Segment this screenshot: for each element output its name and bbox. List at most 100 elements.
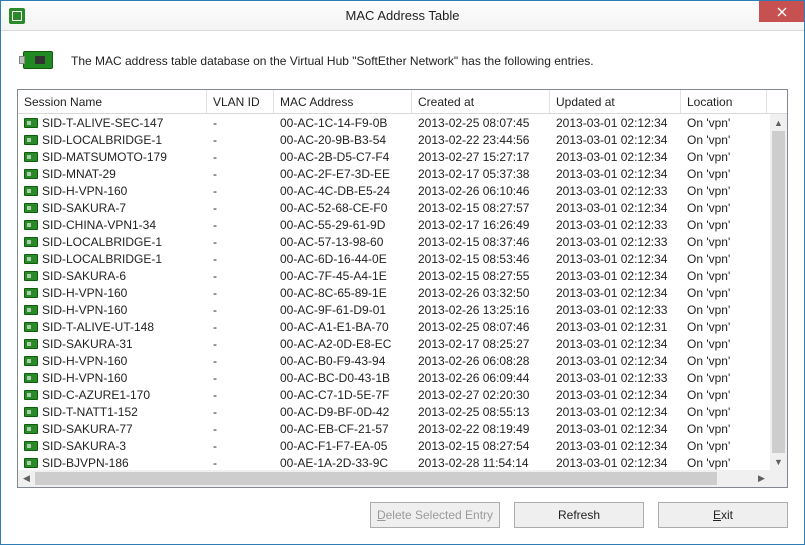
hscroll-thumb[interactable]	[35, 472, 717, 485]
hscroll-track[interactable]	[35, 470, 753, 487]
vscroll-thumb[interactable]	[772, 131, 785, 453]
cell-mac-address: 00-AC-EB-CF-21-57	[274, 422, 412, 436]
cell-mac-address: 00-AC-D9-BF-0D-42	[274, 405, 412, 419]
mac-table[interactable]: Session Name VLAN ID MAC Address Created…	[17, 89, 788, 488]
table-row[interactable]: SID-MNAT-29-00-AC-2F-E7-3D-EE2013-02-17 …	[18, 165, 770, 182]
nic-row-icon	[24, 322, 38, 332]
cell-updated-at: 2013-03-01 02:12:34	[550, 337, 681, 351]
table-row[interactable]: SID-SAKURA-7-00-AC-52-68-CE-F02013-02-15…	[18, 199, 770, 216]
dialog-body: The MAC address table database on the Vi…	[1, 31, 804, 544]
cell-location: On 'vpn'	[681, 286, 767, 300]
cell-updated-at: 2013-03-01 02:12:34	[550, 167, 681, 181]
refresh-label: Refresh	[558, 508, 600, 522]
cell-mac-address: 00-AC-57-13-98-60	[274, 235, 412, 249]
table-row[interactable]: SID-SAKURA-6-00-AC-7F-45-A4-1E2013-02-15…	[18, 267, 770, 284]
scroll-left-arrow-icon[interactable]: ◀	[18, 470, 35, 487]
table-row[interactable]: SID-H-VPN-160-00-AC-9F-61-D9-012013-02-2…	[18, 301, 770, 318]
cell-location: On 'vpn'	[681, 235, 767, 249]
col-created-at[interactable]: Created at	[412, 90, 550, 113]
cell-mac-address: 00-AC-2F-E7-3D-EE	[274, 167, 412, 181]
cell-mac-address: 00-AC-8C-65-89-1E	[274, 286, 412, 300]
button-row: Delete Selected Entry Refresh Exit	[17, 488, 788, 528]
table-row[interactable]: SID-SAKURA-3-00-AC-F1-F7-EA-052013-02-15…	[18, 437, 770, 454]
scroll-up-arrow-icon[interactable]: ▲	[770, 114, 787, 131]
cell-mac-address: 00-AC-2B-D5-C7-F4	[274, 150, 412, 164]
cell-created-at: 2013-02-22 08:19:49	[412, 422, 550, 436]
nic-row-icon	[24, 254, 38, 264]
table-row[interactable]: SID-T-ALIVE-UT-148-00-AC-A1-E1-BA-702013…	[18, 318, 770, 335]
table-row[interactable]: SID-MATSUMOTO-179-00-AC-2B-D5-C7-F42013-…	[18, 148, 770, 165]
refresh-button[interactable]: Refresh	[514, 502, 644, 528]
cell-location: On 'vpn'	[681, 167, 767, 181]
cell-mac-address: 00-AC-55-29-61-9D	[274, 218, 412, 232]
col-location[interactable]: Location	[681, 90, 767, 113]
table-row[interactable]: SID-LOCALBRIDGE-1-00-AC-57-13-98-602013-…	[18, 233, 770, 250]
table-row[interactable]: SID-T-NATT1-152-00-AC-D9-BF-0D-422013-02…	[18, 403, 770, 420]
scroll-down-arrow-icon[interactable]: ▼	[770, 453, 787, 470]
cell-location: On 'vpn'	[681, 116, 767, 130]
cell-vlan-id: -	[207, 150, 274, 164]
col-vlan-id[interactable]: VLAN ID	[207, 90, 274, 113]
cell-session-name: SID-T-ALIVE-UT-148	[18, 320, 207, 334]
cell-updated-at: 2013-03-01 02:12:33	[550, 184, 681, 198]
table-row[interactable]: SID-T-ALIVE-SEC-147-00-AC-1C-14-F9-0B201…	[18, 114, 770, 131]
cell-session-name: SID-LOCALBRIDGE-1	[18, 133, 207, 147]
table-row[interactable]: SID-H-VPN-160-00-AC-8C-65-89-1E2013-02-2…	[18, 284, 770, 301]
cell-vlan-id: -	[207, 133, 274, 147]
delete-selected-button[interactable]: Delete Selected Entry	[370, 502, 500, 528]
cell-created-at: 2013-02-15 08:27:55	[412, 269, 550, 283]
titlebar[interactable]: MAC Address Table	[1, 1, 804, 31]
nic-row-icon	[24, 203, 38, 213]
cell-location: On 'vpn'	[681, 422, 767, 436]
cell-vlan-id: -	[207, 337, 274, 351]
cell-location: On 'vpn'	[681, 150, 767, 164]
table-row[interactable]: SID-LOCALBRIDGE-1-00-AC-20-9B-B3-542013-…	[18, 131, 770, 148]
scroll-right-arrow-icon[interactable]: ▶	[753, 470, 770, 487]
cell-updated-at: 2013-03-01 02:12:34	[550, 150, 681, 164]
cell-updated-at: 2013-03-01 02:12:34	[550, 405, 681, 419]
cell-location: On 'vpn'	[681, 388, 767, 402]
table-row[interactable]: SID-H-VPN-160-00-AC-B0-F9-43-942013-02-2…	[18, 352, 770, 369]
rows-container: SID-T-ALIVE-SEC-147-00-AC-1C-14-F9-0B201…	[18, 114, 770, 470]
cell-session-name: SID-C-AZURE1-170	[18, 388, 207, 402]
nic-row-icon	[24, 186, 38, 196]
horizontal-scrollbar[interactable]: ◀ ▶	[18, 470, 770, 487]
table-row[interactable]: SID-SAKURA-77-00-AC-EB-CF-21-572013-02-2…	[18, 420, 770, 437]
cell-location: On 'vpn'	[681, 320, 767, 334]
cell-created-at: 2013-02-15 08:53:46	[412, 252, 550, 266]
nic-row-icon	[24, 152, 38, 162]
cell-vlan-id: -	[207, 439, 274, 453]
vscroll-track[interactable]	[770, 131, 787, 453]
cell-vlan-id: -	[207, 320, 274, 334]
nic-row-icon	[24, 220, 38, 230]
cell-updated-at: 2013-03-01 02:12:33	[550, 235, 681, 249]
cell-vlan-id: -	[207, 371, 274, 385]
col-updated-at[interactable]: Updated at	[550, 90, 681, 113]
nic-row-icon	[24, 356, 38, 366]
exit-button[interactable]: Exit	[658, 502, 788, 528]
cell-vlan-id: -	[207, 388, 274, 402]
cell-location: On 'vpn'	[681, 269, 767, 283]
cell-updated-at: 2013-03-01 02:12:34	[550, 456, 681, 470]
nic-row-icon	[24, 407, 38, 417]
cell-location: On 'vpn'	[681, 133, 767, 147]
table-row[interactable]: SID-C-AZURE1-170-00-AC-C7-1D-5E-7F2013-0…	[18, 386, 770, 403]
table-row[interactable]: SID-H-VPN-160-00-AC-BC-D0-43-1B2013-02-2…	[18, 369, 770, 386]
cell-updated-at: 2013-03-01 02:12:33	[550, 371, 681, 385]
close-button[interactable]	[759, 1, 804, 22]
cell-vlan-id: -	[207, 167, 274, 181]
table-row[interactable]: SID-H-VPN-160-00-AC-4C-DB-E5-242013-02-2…	[18, 182, 770, 199]
cell-vlan-id: -	[207, 201, 274, 215]
cell-created-at: 2013-02-15 08:27:57	[412, 201, 550, 215]
table-row[interactable]: SID-SAKURA-31-00-AC-A2-0D-E8-EC2013-02-1…	[18, 335, 770, 352]
info-row: The MAC address table database on the Vi…	[17, 41, 788, 89]
col-session-name[interactable]: Session Name	[18, 90, 207, 113]
table-row[interactable]: SID-CHINA-VPN1-34-00-AC-55-29-61-9D2013-…	[18, 216, 770, 233]
table-row[interactable]: SID-BJVPN-186-00-AE-1A-2D-33-9C2013-02-2…	[18, 454, 770, 470]
cell-vlan-id: -	[207, 116, 274, 130]
col-mac-address[interactable]: MAC Address	[274, 90, 412, 113]
cell-vlan-id: -	[207, 286, 274, 300]
vertical-scrollbar[interactable]: ▲ ▼	[770, 114, 787, 470]
nic-row-icon	[24, 288, 38, 298]
table-row[interactable]: SID-LOCALBRIDGE-1-00-AC-6D-16-44-0E2013-…	[18, 250, 770, 267]
